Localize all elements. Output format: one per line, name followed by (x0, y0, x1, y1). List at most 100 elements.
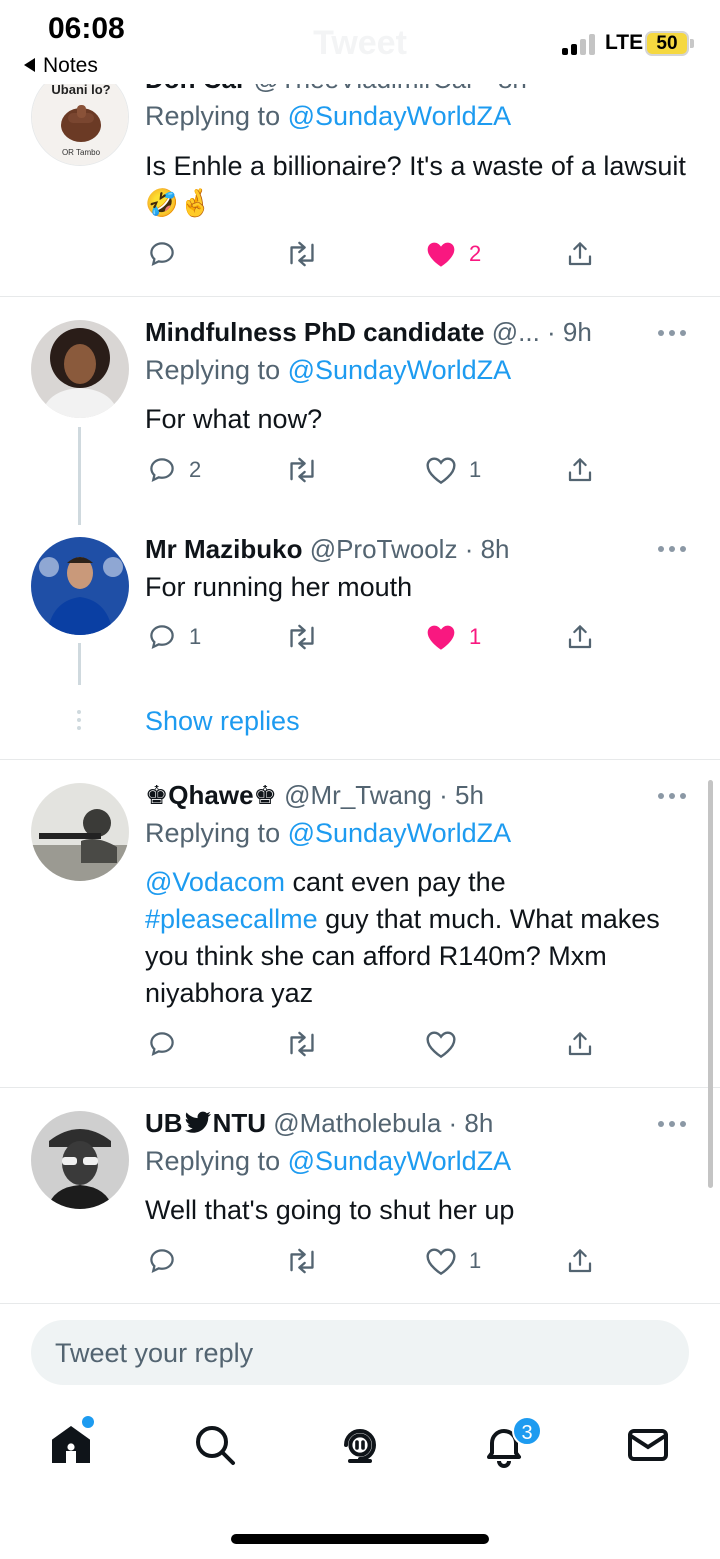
share-button[interactable] (565, 617, 595, 657)
nav-search-button[interactable] (191, 1421, 239, 1469)
share-button[interactable] (565, 1024, 595, 1064)
retweet-button[interactable] (285, 450, 319, 490)
more-options-icon[interactable] (658, 1120, 686, 1128)
retweet-icon (290, 241, 314, 267)
tweet-text-part: cant even pay the (284, 867, 506, 897)
tweet-text: For running her mouth (145, 572, 413, 602)
mention-link[interactable]: @SundayWorldZA (288, 818, 512, 848)
reply-input[interactable]: Tweet your reply (31, 1320, 689, 1385)
heart-filled-icon (427, 242, 455, 267)
reply-button[interactable] (147, 234, 177, 274)
retweet-icon (290, 457, 314, 483)
thread-dots-icon (76, 710, 82, 734)
replying-label: Replying to (145, 355, 281, 385)
mention-link[interactable]: @SundayWorldZA (288, 355, 512, 385)
tweet-author-name[interactable]: UB NTU (145, 1108, 266, 1138)
reply-icon (150, 1249, 174, 1274)
more-options-icon[interactable] (658, 329, 686, 337)
status-time: 06:08 (48, 12, 125, 45)
mention-link[interactable]: @SundayWorldZA (288, 101, 512, 131)
retweet-button[interactable] (285, 1024, 319, 1064)
tweet-text: For what now? (145, 404, 323, 434)
status-bar: Tweet 06:08 Notes LTE 50 (0, 0, 720, 84)
spaces-icon (344, 1429, 377, 1463)
reply-icon (150, 625, 174, 650)
thread-line (78, 643, 81, 685)
twitter-bird-icon (184, 1111, 211, 1133)
tweet-author-handle[interactable]: @... (492, 317, 540, 347)
battery-tip (690, 39, 694, 48)
nav-spaces-button[interactable] (336, 1421, 384, 1469)
tweet-header: ♚Qhawe♚ @Mr_Twang · 5h (145, 780, 484, 811)
retweet-icon (290, 624, 314, 650)
tweet-time: · 9h (547, 317, 592, 347)
scrollbar[interactable] (708, 780, 713, 1188)
notifications-badge: 3 (512, 1416, 542, 1446)
tweet-author-handle[interactable]: @Matholebula (273, 1108, 441, 1138)
retweet-button[interactable] (285, 1241, 319, 1281)
back-label: Notes (43, 54, 98, 77)
author-name-part: UB (145, 1108, 183, 1138)
share-icon (568, 458, 592, 482)
network-label: LTE (605, 31, 644, 54)
reply-icon (150, 458, 174, 483)
like-button[interactable]: 1 (425, 617, 481, 657)
tweet-author-name[interactable]: ♚Qhawe♚ (145, 780, 277, 810)
more-options-icon[interactable] (658, 545, 686, 553)
avatar-shirt-text: Ubani lo? (51, 82, 110, 97)
avatar[interactable] (31, 1111, 129, 1209)
tweet-author-handle[interactable]: @ProTwoolz (310, 534, 458, 564)
home-new-indicator (82, 1416, 94, 1428)
replying-label: Replying to (145, 1146, 281, 1176)
nav-messages-button[interactable] (624, 1421, 672, 1469)
replying-to-line: Replying to @SundayWorldZA (145, 1146, 511, 1177)
tweet[interactable]: UB NTU @Matholebula · 8h Replying to @Sun… (0, 1088, 720, 1303)
replying-label: Replying to (145, 818, 281, 848)
home-icon (52, 1426, 90, 1463)
tweet[interactable]: Mindfulness PhD candidate @... · 9h Repl… (0, 297, 720, 517)
tweet-time: · 8h (464, 534, 510, 564)
tweet[interactable]: Mr Mazibuko @ProTwoolz · 8h For running … (0, 517, 720, 687)
retweet-icon (290, 1031, 314, 1057)
like-button[interactable]: 1 (425, 450, 481, 490)
tweet[interactable]: ♚Qhawe♚ @Mr_Twang · 5h Replying to @Sund… (0, 760, 720, 1087)
back-to-notes-button[interactable]: Notes (24, 54, 98, 78)
share-button[interactable] (565, 234, 595, 274)
show-replies-link[interactable]: Show replies (145, 706, 300, 737)
tweet-author-name[interactable]: Mr Mazibuko (145, 534, 302, 564)
share-button[interactable] (565, 1241, 595, 1281)
share-button[interactable] (565, 450, 595, 490)
reply-icon (150, 242, 174, 267)
more-options-icon[interactable] (658, 792, 686, 800)
tweet-author-name[interactable]: Mindfulness PhD candidate (145, 317, 485, 347)
tweet-actions: 2 1 (0, 450, 720, 490)
retweet-button[interactable] (285, 617, 319, 657)
avatar[interactable] (31, 320, 129, 418)
replying-to-line: Replying to @SundayWorldZA (145, 818, 511, 849)
tweet-text: Well that's going to shut her up (145, 1195, 515, 1225)
mention-link[interactable]: @Vodacom (145, 867, 285, 897)
like-button[interactable] (425, 1024, 457, 1064)
like-button[interactable]: 1 (425, 1241, 481, 1281)
heart-outline-icon (426, 457, 456, 485)
thread-line (78, 427, 81, 525)
nav-home-button[interactable] (47, 1421, 95, 1469)
like-button[interactable]: 2 (425, 234, 481, 274)
home-indicator[interactable] (231, 1534, 489, 1544)
hashtag-link[interactable]: #pleasecallme (145, 904, 318, 934)
divider (0, 1303, 720, 1304)
battery-icon: 50 (645, 31, 689, 56)
reply-button[interactable] (147, 1024, 177, 1064)
share-icon (568, 1249, 592, 1273)
avatar[interactable] (31, 783, 129, 881)
replying-to-line: Replying to @SundayWorldZA (145, 355, 511, 386)
reply-button[interactable] (147, 1241, 177, 1281)
tweet-text: Is Enhle a billionaire? It's a waste of … (145, 151, 686, 218)
signal-icon (562, 33, 598, 55)
mention-link[interactable]: @SundayWorldZA (288, 1146, 512, 1176)
reply-button[interactable]: 1 (147, 617, 201, 657)
reply-button[interactable]: 2 (147, 450, 201, 490)
tweet-author-handle[interactable]: @Mr_Twang (284, 780, 432, 810)
retweet-button[interactable] (285, 234, 319, 274)
tweet-actions: 2 (0, 234, 720, 274)
